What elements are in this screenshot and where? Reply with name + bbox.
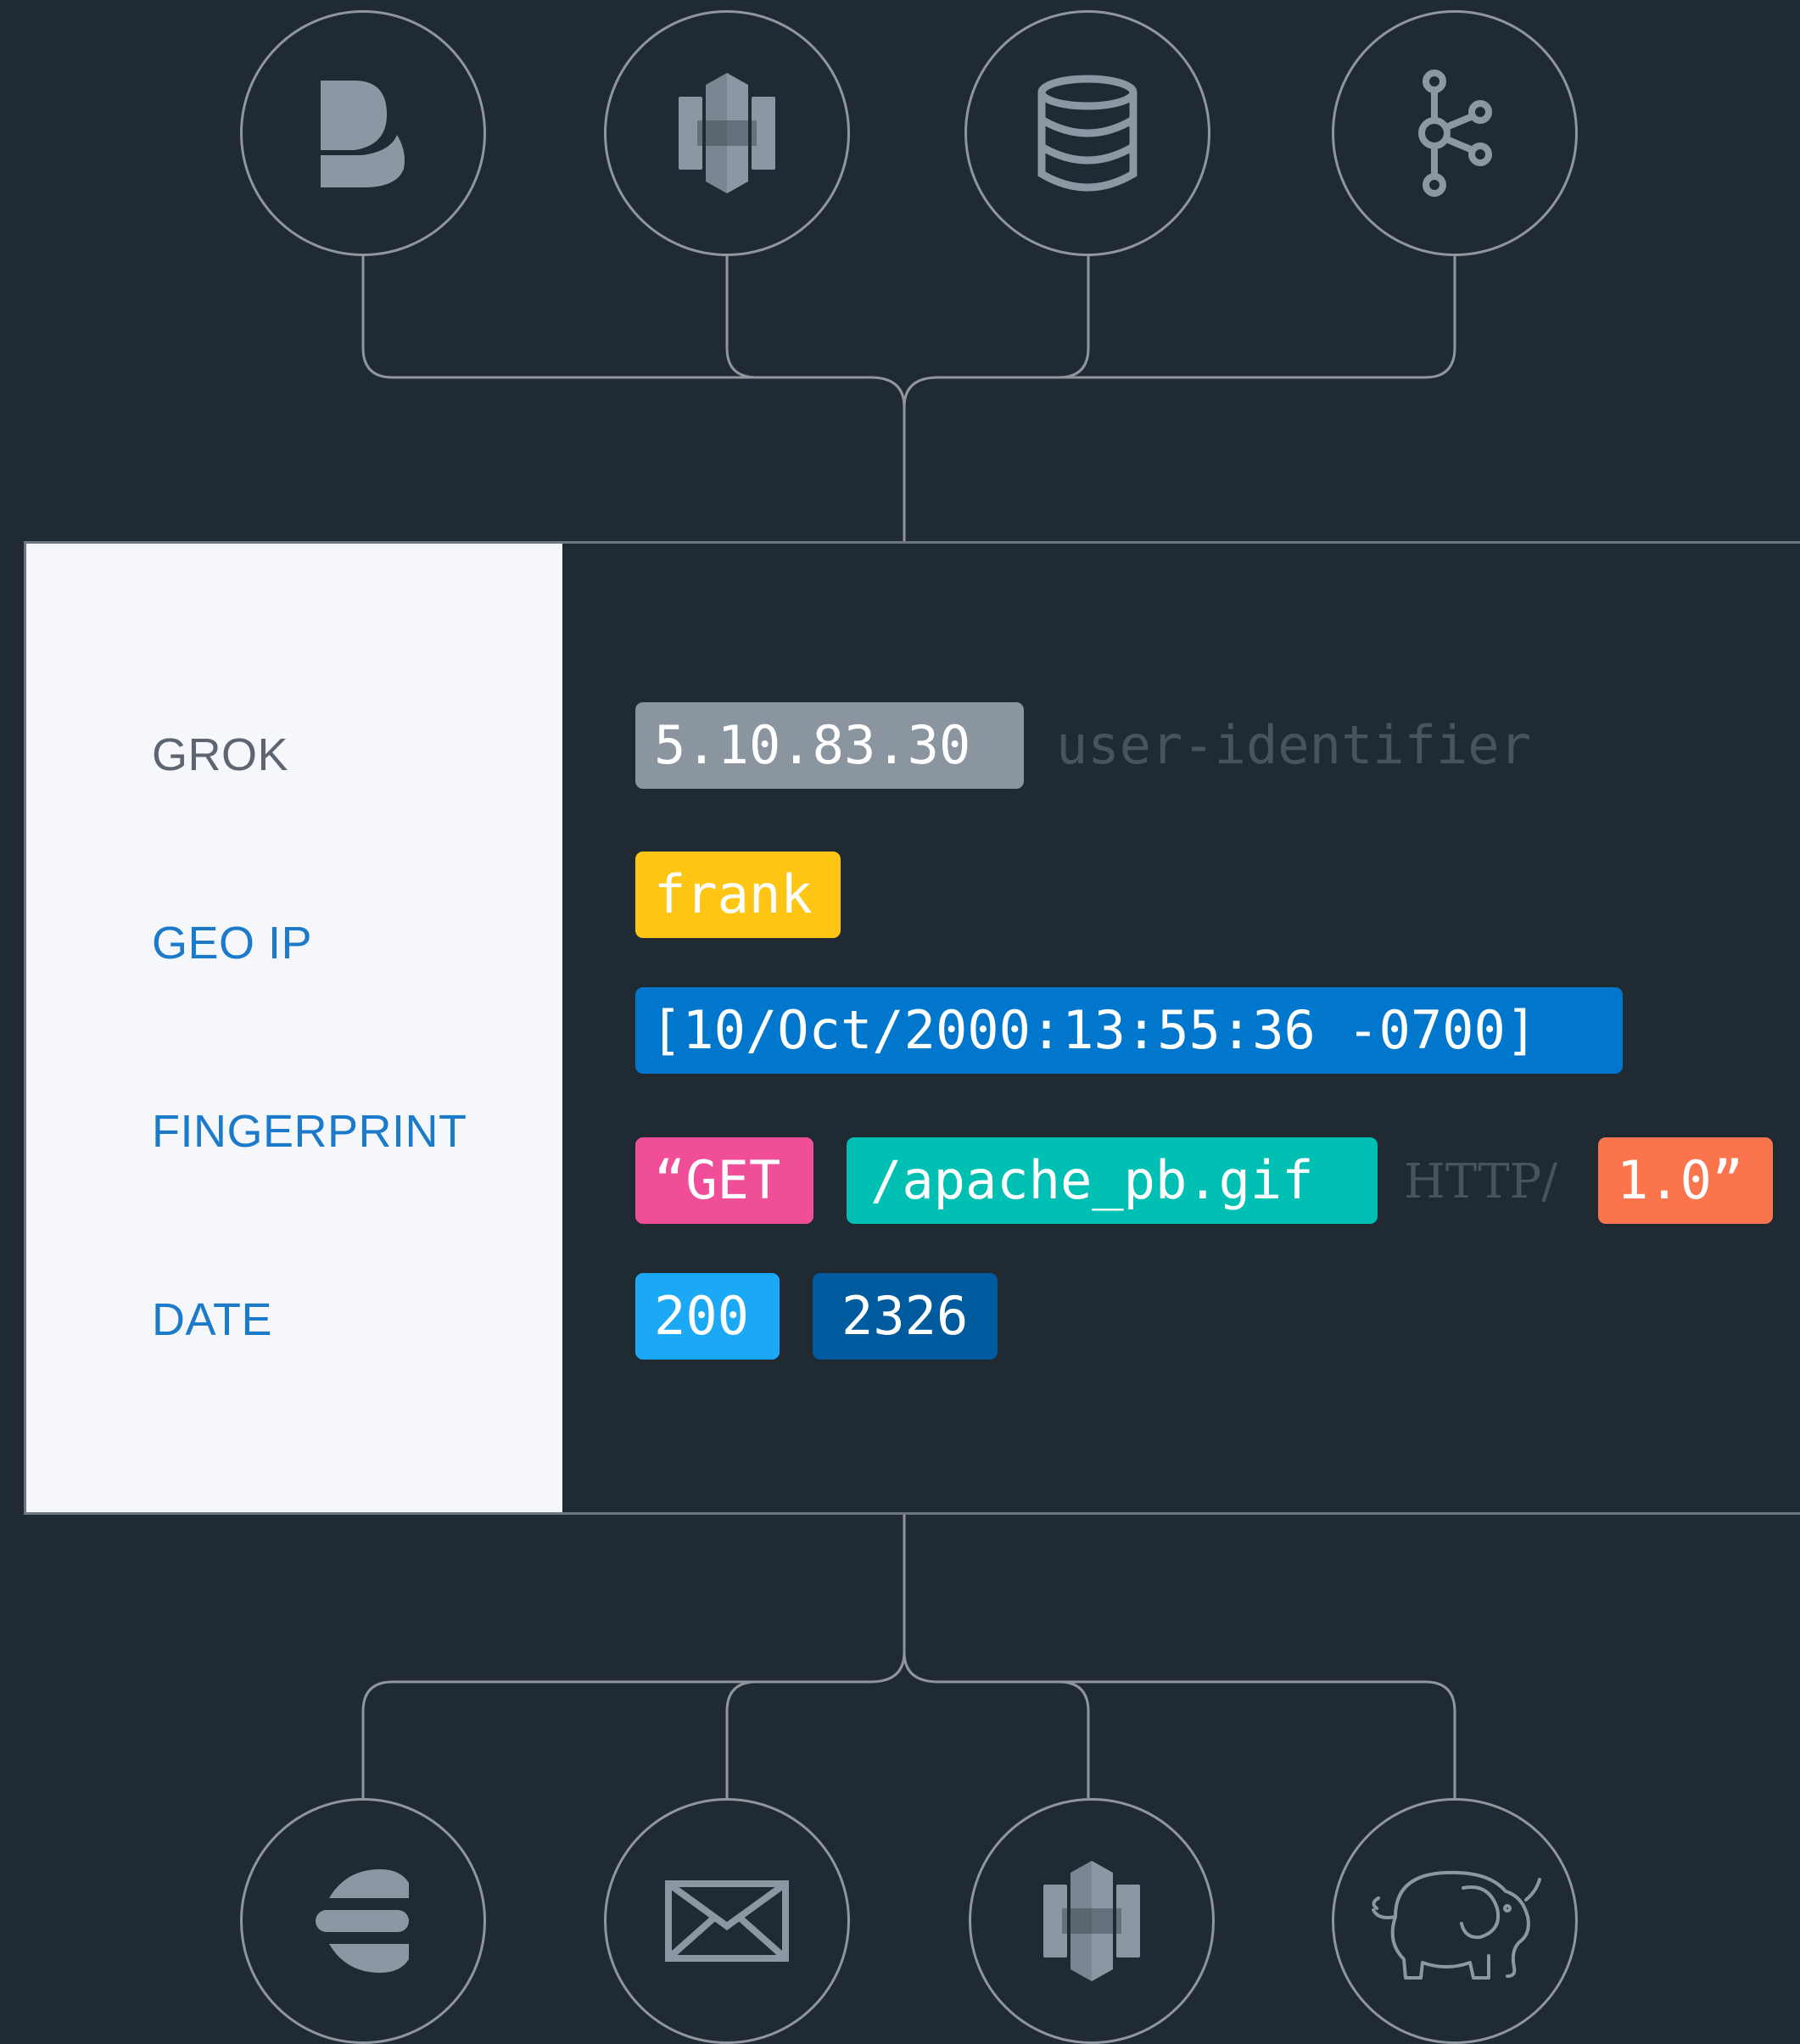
token-ip: 5.10.83.30 <box>635 702 1024 789</box>
aws-s3-icon <box>1043 1861 1140 1981</box>
source-node-s3 <box>604 10 850 256</box>
token-bytes: 2326 <box>813 1273 998 1360</box>
filter-label-date: DATE <box>152 1294 273 1345</box>
token-timestamp: [10/Oct/2000:13:55:36 -0700] <box>635 987 1623 1074</box>
token-user-identifier: user-identifier <box>1056 714 1531 776</box>
filter-list: GROK GEO IP FINGERPRINT DATE <box>26 544 562 1512</box>
pipeline-filter-panel: GROK GEO IP FINGERPRINT DATE 5.10.83.30 … <box>24 541 1800 1515</box>
token-path: /apache_pb.gif <box>847 1137 1378 1224</box>
token-user: frank <box>635 852 841 938</box>
token-status: 200 <box>635 1273 780 1360</box>
source-node-kafka <box>1332 10 1578 256</box>
elasticsearch-icon <box>316 1869 409 1973</box>
source-node-database <box>964 10 1210 256</box>
pipeline-diagram: GROK GEO IP FINGERPRINT DATE 5.10.83.30 … <box>0 0 1800 2044</box>
filter-label-grok: GROK <box>152 729 289 780</box>
source-node-beats <box>240 10 486 256</box>
filter-label-fingerprint: FINGERPRINT <box>152 1106 467 1157</box>
hadoop-elephant-icon <box>1372 1870 1541 1980</box>
output-node-s3 <box>969 1798 1215 2044</box>
token-version: 1.0” <box>1598 1137 1773 1224</box>
token-protocol: HTTP/ <box>1404 1154 1558 1209</box>
filter-label-geoip: GEO IP <box>152 918 313 969</box>
output-node-elasticsearch <box>240 1798 486 2044</box>
email-icon <box>665 1880 789 1962</box>
database-icon <box>1037 75 1138 192</box>
output-node-email <box>604 1798 850 2044</box>
kafka-icon <box>1418 70 1492 197</box>
output-node-hadoop <box>1332 1798 1578 2044</box>
token-method: “GET <box>635 1137 813 1224</box>
aws-s3-icon <box>679 73 775 193</box>
beats-icon <box>321 81 405 187</box>
